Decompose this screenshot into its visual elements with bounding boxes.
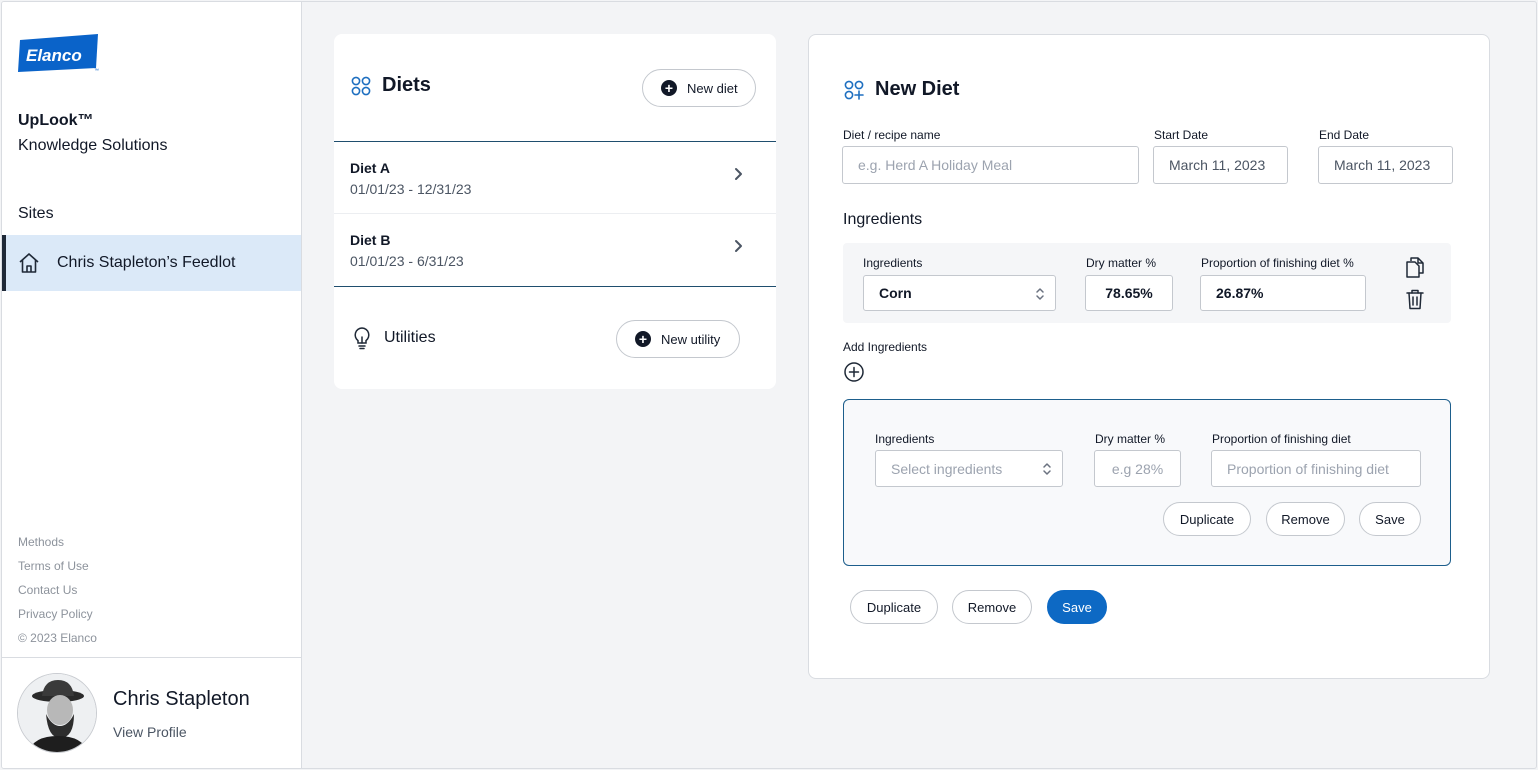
duplicate-button[interactable]: Duplicate: [850, 590, 938, 624]
ingredient-value: Corn: [879, 285, 912, 301]
new-diet-button[interactable]: + New diet: [642, 69, 756, 107]
diet-name-input[interactable]: e.g. Herd A Holiday Meal: [842, 146, 1139, 184]
new-ingredient-form: Ingredients Select ingredients Dry matte…: [843, 399, 1451, 566]
new-diet-header: New Diet: [843, 78, 959, 101]
chevron-right-icon: [732, 238, 744, 254]
start-date-input[interactable]: March 11, 2023: [1153, 146, 1288, 184]
diets-header: Diets: [350, 74, 431, 97]
sites-heading: Sites: [18, 205, 54, 222]
ingredients-heading: Ingredients: [843, 211, 923, 228]
remove-button[interactable]: Remove: [952, 590, 1032, 624]
list-item[interactable]: Diet A 01/01/23 - 12/31/23: [334, 142, 776, 214]
dry-matter-input[interactable]: e.g 28%: [1094, 450, 1181, 487]
grid-icon: [350, 75, 372, 97]
save-button[interactable]: Save: [1047, 590, 1107, 624]
trash-icon[interactable]: [1405, 288, 1425, 310]
new-utility-label: New utility: [661, 331, 721, 347]
copyright: © 2023 Elanco: [18, 631, 97, 645]
diet-dates: 01/01/23 - 12/31/23: [350, 181, 472, 197]
ingredient-select[interactable]: Corn: [863, 275, 1056, 311]
select-chevrons-icon: [1042, 461, 1052, 477]
avatar[interactable]: [17, 673, 97, 753]
draft-duplicate-button[interactable]: Duplicate: [1163, 502, 1251, 536]
diet-dates: 01/01/23 - 6/31/23: [350, 253, 464, 269]
grid-plus-icon: [843, 79, 865, 101]
diet-name: Diet B: [350, 232, 391, 248]
new-diet-panel: New Diet Diet / recipe name e.g. Herd A …: [808, 34, 1490, 679]
brand-block: UpLook™ Knowledge Solutions: [18, 112, 167, 155]
draft-save-button[interactable]: Save: [1359, 502, 1421, 536]
app-name: UpLook™: [18, 112, 94, 129]
add-ingredients-label: Add Ingredients: [843, 340, 928, 354]
methods-link[interactable]: Methods: [18, 530, 97, 554]
new-utility-button[interactable]: + New utility: [616, 320, 740, 358]
proportion-label: Proportion of finishing diet %: [1201, 256, 1354, 270]
ingredient-label: Ingredients: [863, 256, 923, 270]
divider: [334, 286, 776, 287]
sidebar-item-label: Chris Stapleton’s Feedlot: [57, 254, 236, 271]
dry-matter-label: Dry matter %: [1086, 256, 1157, 270]
ingredient-label: Ingredients: [875, 432, 935, 446]
diet-name-label: Diet / recipe name: [843, 128, 941, 142]
ingredient-placeholder: Select ingredients: [891, 460, 1003, 477]
dry-matter-label: Dry matter %: [1095, 432, 1166, 446]
diets-panel: Diets + New diet Diet A 01/01/23 - 12/31…: [334, 34, 776, 389]
ingredient-select[interactable]: Select ingredients: [875, 450, 1063, 487]
diets-title: Diets: [382, 74, 431, 96]
add-ingredient-icon[interactable]: [843, 361, 865, 383]
new-diet-label: New diet: [687, 80, 738, 96]
profile-name: Chris Stapleton: [113, 688, 250, 710]
new-diet-title: New Diet: [875, 78, 960, 100]
utilities-header: Utilities: [352, 326, 436, 350]
sidebar: Elanco ™ UpLook™ Knowledge Solutions Sit…: [2, 2, 302, 768]
start-date-label: Start Date: [1154, 128, 1209, 142]
app-subtitle: Knowledge Solutions: [18, 137, 168, 154]
home-icon: [18, 252, 40, 274]
proportion-label: Proportion of finishing diet: [1212, 432, 1351, 446]
proportion-input[interactable]: 26.87%: [1200, 275, 1366, 311]
lightbulb-icon: [352, 326, 372, 350]
view-profile-link[interactable]: View Profile: [113, 724, 187, 740]
terms-link[interactable]: Terms of Use: [18, 554, 97, 578]
plus-circle-icon: +: [635, 331, 651, 347]
svg-text:™: ™: [94, 68, 99, 74]
elanco-logo[interactable]: Elanco ™: [18, 34, 100, 74]
end-date-input[interactable]: March 11, 2023: [1318, 146, 1453, 184]
copy-icon[interactable]: [1405, 256, 1425, 278]
proportion-input[interactable]: Proportion of finishing diet: [1211, 450, 1421, 487]
end-date-label: End Date: [1319, 128, 1370, 142]
ingredient-row: Ingredients Corn Dry matter % 78.65% Pro…: [843, 243, 1451, 323]
dry-matter-input[interactable]: 78.65%: [1085, 275, 1173, 311]
list-item[interactable]: Diet B 01/01/23 - 6/31/23: [334, 214, 776, 286]
footer-links: Methods Terms of Use Contact Us Privacy …: [18, 530, 97, 650]
select-chevrons-icon: [1035, 286, 1045, 302]
sidebar-item-feedlot[interactable]: Chris Stapleton’s Feedlot: [2, 235, 301, 291]
chevron-right-icon: [732, 166, 744, 182]
diet-name: Diet A: [350, 160, 390, 176]
privacy-link[interactable]: Privacy Policy: [18, 602, 97, 626]
app-frame: Elanco ™ UpLook™ Knowledge Solutions Sit…: [1, 1, 1537, 769]
draft-remove-button[interactable]: Remove: [1266, 502, 1345, 536]
profile-card: Chris Stapleton View Profile: [2, 657, 301, 768]
svg-text:Elanco: Elanco: [26, 46, 82, 65]
contact-link[interactable]: Contact Us: [18, 578, 97, 602]
utilities-title: Utilities: [384, 329, 436, 346]
plus-circle-icon: +: [661, 80, 677, 96]
